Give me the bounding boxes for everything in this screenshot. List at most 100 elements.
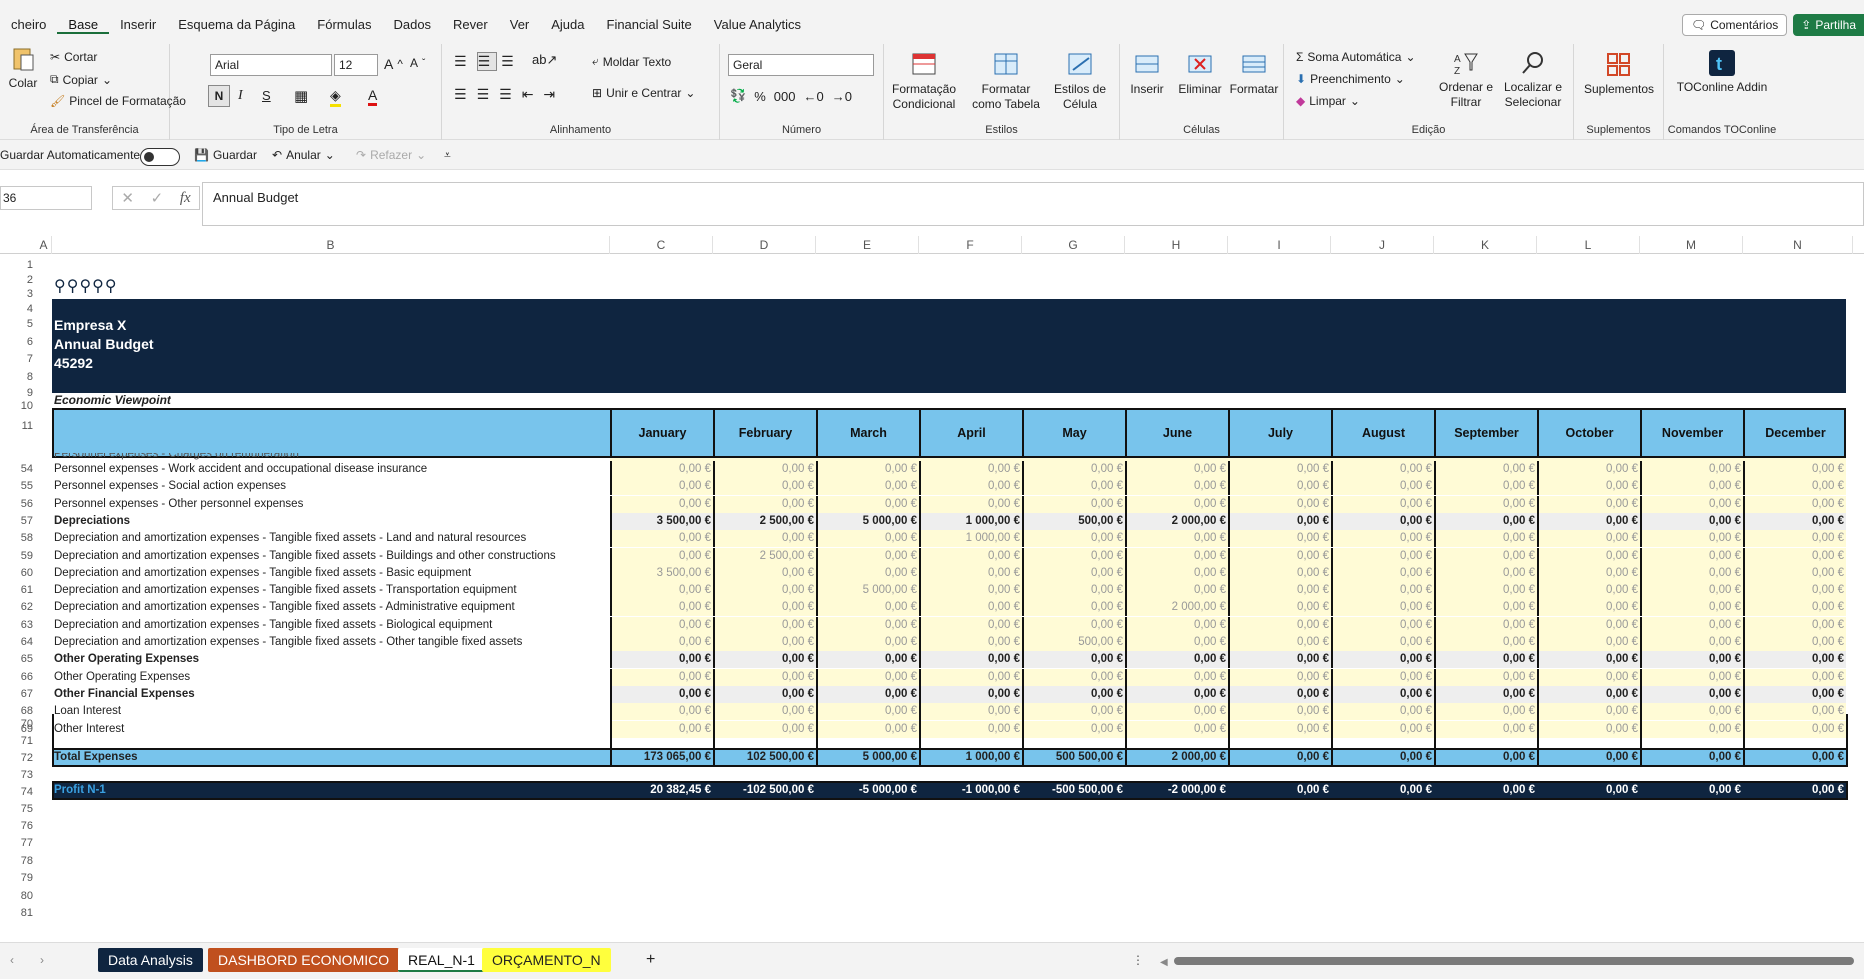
value-cell[interactable]: 0,00 € [1125,634,1228,651]
comments-button[interactable]: 🗨 Comentários [1681,14,1788,36]
value-cell[interactable]: 0,00 € [1640,599,1743,617]
font-name-select[interactable]: Arial [210,54,332,76]
row-number[interactable]: 77 [14,837,36,849]
font-shrink-button[interactable]: Aˇ [410,56,425,70]
value-cell[interactable]: 0,00 € [1022,685,1125,703]
name-box[interactable]: 36 [0,186,92,210]
row-number[interactable]: 78 [14,855,36,867]
addins-button[interactable]: Suplementos [1576,50,1662,97]
total-value[interactable]: 0,00 € [1434,749,1537,766]
profit-value[interactable]: 0,00 € [1743,782,1846,799]
value-cell[interactable]: 0,00 € [1434,616,1537,634]
value-cell[interactable]: 0,00 € [1434,564,1537,582]
sheet-tab[interactable]: Data Analysis [98,948,203,972]
value-cell[interactable]: 0,00 € [610,478,713,496]
profit-value[interactable]: -1 000,00 € [919,782,1022,799]
menu-tab[interactable]: Financial Suite [596,17,703,34]
menu-tab[interactable]: Ver [499,17,541,34]
column-header[interactable]: J [1331,236,1434,254]
value-cell[interactable]: 2 500,00 € [713,512,816,530]
wrap-text-button[interactable]: ⤶ Moldar Texto [592,54,671,69]
value-cell[interactable]: 0,00 € [1022,495,1125,513]
value-cell[interactable]: 1 000,00 € [919,512,1022,530]
row-number[interactable]: 2 [14,274,36,286]
value-cell[interactable]: 0,00 € [1743,461,1846,478]
scroll-left-icon[interactable]: ◀ [1160,957,1170,968]
row-label[interactable]: Depreciation and amortization expenses -… [54,548,604,565]
value-cell[interactable]: 0,00 € [1022,530,1125,548]
prev-sheet-icon[interactable]: ‹ [10,953,14,967]
value-cell[interactable]: 0,00 € [713,720,816,738]
menu-tab[interactable]: Dados [382,17,442,34]
value-cell[interactable]: 0,00 € [713,582,816,600]
row-number[interactable]: 9 [14,387,36,399]
profit-value[interactable]: 0,00 € [1640,782,1743,799]
value-cell[interactable]: 0,00 € [1743,651,1846,669]
paste-button[interactable]: Colar [4,44,42,91]
fx-icon[interactable]: fx [180,190,191,207]
italic-button[interactable]: I [238,88,243,104]
row-number[interactable]: 5 [14,318,36,330]
value-cell[interactable]: 0,00 € [1125,461,1228,478]
value-cell[interactable]: 0,00 € [1125,616,1228,634]
autosum-button[interactable]: Σ Soma Automática ⌄ [1296,50,1416,64]
profit-value[interactable]: -2 000,00 € [1125,782,1228,799]
underline-button[interactable]: S [262,88,271,103]
value-cell[interactable]: 0,00 € [816,599,919,617]
undo-button[interactable]: ↶ Anular ⌄ [272,148,335,162]
value-cell[interactable]: 0,00 € [919,478,1022,496]
value-cell[interactable]: 0,00 € [1434,495,1537,513]
value-cell[interactable]: 0,00 € [1331,478,1434,496]
total-value[interactable]: 1 000,00 € [919,749,1022,766]
cancel-icon[interactable]: ✕ [121,189,134,207]
row-number[interactable]: 66 [14,671,36,683]
row-label[interactable]: Depreciation and amortization expenses -… [54,582,604,599]
value-cell[interactable]: 0,00 € [816,685,919,703]
horizontal-scrollbar[interactable] [1174,957,1854,965]
value-cell[interactable]: 0,00 € [1228,478,1331,496]
font-color-button[interactable]: A [368,87,378,106]
value-cell[interactable]: 0,00 € [610,703,713,721]
customize-qat-icon[interactable]: ⩡ [444,148,451,163]
value-cell[interactable]: 0,00 € [1743,720,1846,738]
menu-tab[interactable]: Value Analytics [703,17,812,34]
value-cell[interactable]: 0,00 € [1743,634,1846,651]
column-header[interactable]: D [713,236,816,254]
total-value[interactable]: 0,00 € [1228,749,1331,766]
row-number[interactable]: 70 [14,718,36,730]
value-cell[interactable]: 0,00 € [610,616,713,634]
value-cell[interactable]: 0,00 € [1743,599,1846,617]
column-header[interactable]: F [919,236,1022,254]
profit-value[interactable]: 0,00 € [1331,782,1434,799]
total-value[interactable]: 2 000,00 € [1125,749,1228,766]
share-button[interactable]: ⇪ Partilha [1793,14,1864,36]
value-cell[interactable]: 0,00 € [1125,703,1228,721]
value-cell[interactable]: 0,00 € [1640,512,1743,530]
value-cell[interactable]: 0,00 € [1743,547,1846,565]
sheet-tab[interactable]: REAL_N-1 [398,948,485,972]
value-cell[interactable]: 0,00 € [1022,703,1125,721]
value-cell[interactable]: 0,00 € [1434,478,1537,496]
cut-button[interactable]: ✂ Cortar [50,50,97,64]
worksheet-grid[interactable]: Empresa X Annual Budget 45292 ⚲⚲⚲⚲⚲ Econ… [0,254,1864,942]
value-cell[interactable]: 0,00 € [1331,703,1434,721]
value-cell[interactable]: 0,00 € [919,668,1022,686]
value-cell[interactable]: 0,00 € [816,461,919,478]
row-number[interactable]: 1 [14,259,36,271]
value-cell[interactable]: 0,00 € [1434,668,1537,686]
value-cell[interactable]: 0,00 € [1743,685,1846,703]
total-value[interactable]: 173 065,00 € [610,749,713,766]
value-cell[interactable]: 500,00 € [1022,634,1125,651]
total-value[interactable]: 5 000,00 € [816,749,919,766]
value-cell[interactable]: 0,00 € [1022,478,1125,496]
total-value[interactable]: 0,00 € [1331,749,1434,766]
value-cell[interactable]: 0,00 € [1743,616,1846,634]
value-cell[interactable]: 0,00 € [919,547,1022,565]
value-cell[interactable]: 0,00 € [1331,634,1434,651]
fill-color-button[interactable]: ◈ [330,87,341,107]
value-cell[interactable]: 0,00 € [919,634,1022,651]
value-cell[interactable]: 0,00 € [816,720,919,738]
formula-input[interactable]: Annual Budget [202,182,1864,226]
row-label[interactable]: Depreciation and amortization expenses -… [54,530,604,547]
font-grow-button[interactable]: A ^ [384,56,403,72]
